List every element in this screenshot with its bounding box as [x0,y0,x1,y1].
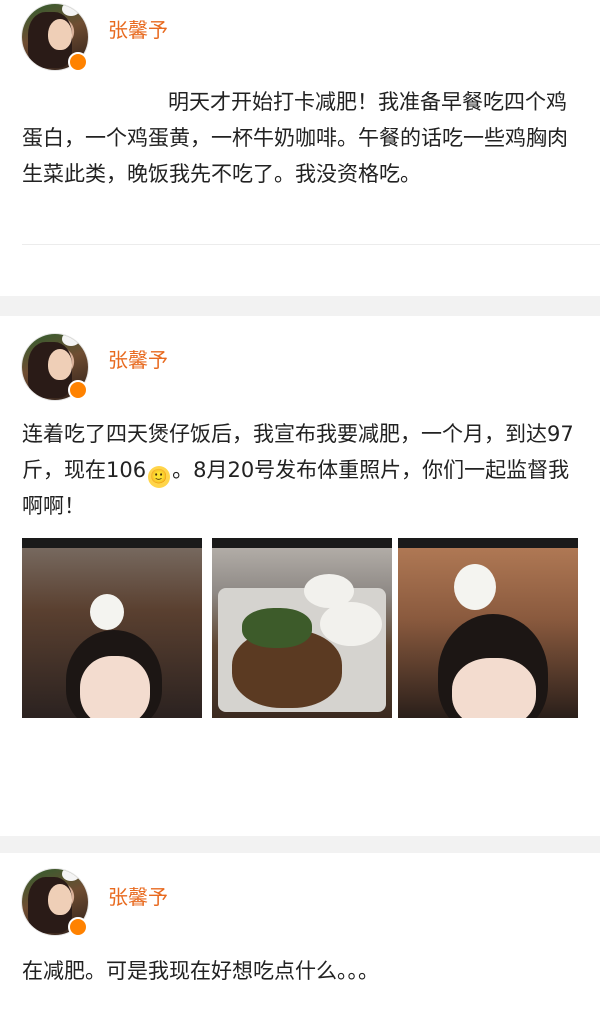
photo-selfie-with-bunny-2[interactable] [398,538,578,718]
photo-selfie-with-bunny[interactable] [22,538,202,718]
post-text: 连着吃了四天煲仔饭后，我宣布我要减肥，一个月，到达97斤，现在106 🙂 。8月20… [22,416,578,524]
film-strip-bar [212,538,392,548]
avatar-face [48,884,72,915]
post-card: 张馨予 明天才开始打卡减肥！我准备早餐吃四个鸡蛋白，一个鸡蛋黄，一杯牛奶咖啡。午… [0,0,600,296]
username[interactable]: 张馨予 [108,344,168,373]
username[interactable]: 张馨予 [108,14,168,43]
post-text: 明天才开始打卡减肥！我准备早餐吃四个鸡蛋白，一个鸡蛋黄，一杯牛奶咖啡。午餐的话吃… [22,90,568,186]
avatar-bunny [62,4,80,16]
film-strip-bar [398,538,578,548]
verified-badge-icon [68,380,88,400]
bunny-toy [454,564,496,610]
vegetable-portion [242,608,312,648]
verified-badge-icon [68,52,88,72]
post-text: 在减肥。可是我现在好想吃点什么。。。 [22,959,379,983]
divider [22,244,600,245]
photo-grid [22,538,578,718]
avatar-face [48,349,72,380]
post-card: 张馨予 在减肥。可是我现在好想吃点什么。。。 [0,853,600,1020]
avatar-face [48,19,72,50]
rice-portion [320,602,382,646]
face-shape [80,656,150,718]
face-shape [452,658,536,718]
photo-claypot-rice[interactable] [212,538,392,718]
smile-emoji-icon: 🙂 [148,466,171,488]
verified-badge-icon [68,917,88,937]
username[interactable]: 张馨予 [108,881,168,910]
avatar-bunny [62,869,80,881]
avatar-bunny [62,334,80,346]
bunny-toy [90,594,124,630]
post-card: 张馨予 连着吃了四天煲仔饭后，我宣布我要减肥，一个月，到达97斤，现在106 🙂。… [0,316,600,836]
film-strip-bar [22,538,202,548]
